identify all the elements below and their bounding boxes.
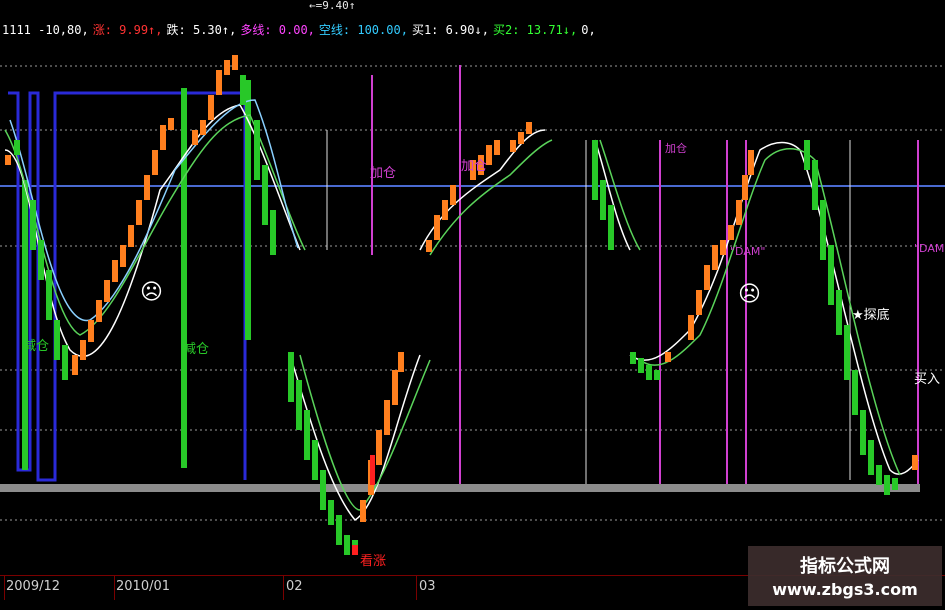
smiley-icon: ☹ — [140, 280, 163, 305]
zhang-value: 涨: 9.99↑, — [92, 23, 163, 37]
grey-base-band — [0, 484, 920, 492]
white-vertical-lines — [326, 130, 851, 490]
date-tick — [416, 576, 417, 600]
watermark-title: 指标公式网 — [800, 556, 890, 577]
watermark: 指标公式网 www.zbgs3.com — [748, 546, 942, 606]
mai1-value: 买1: 6.90↓, — [411, 23, 489, 37]
duoxian-value: 多线: 0.00, — [240, 23, 315, 37]
signal-tandi: ★探底 — [852, 308, 890, 323]
smiley-icon-2: ☹ — [738, 282, 761, 307]
date-label-03: 03 — [419, 579, 436, 594]
signal-kanzhang: 看涨 — [360, 554, 387, 569]
blue-step-line — [8, 91, 247, 482]
indicator-name: 1111 -10,80, — [2, 23, 89, 37]
price-indicator: ←=9.40↑ — [309, 0, 356, 12]
signal-jiacang-1: 加仓 — [370, 166, 397, 181]
signal-dam-2: "DAM" — [730, 245, 766, 258]
signal-jiacang-3: 加仓 — [665, 142, 687, 155]
date-tick — [114, 576, 115, 600]
date-label-2010-01: 2010/01 — [116, 579, 171, 594]
trailing-value: 0, — [581, 23, 596, 37]
date-tick — [4, 576, 5, 600]
signal-jiancang-2: 减仓 — [183, 342, 210, 357]
signal-mairu: 买入 — [914, 372, 941, 387]
die-value: 跌: 5.30↑, — [166, 23, 237, 37]
watermark-url: www.zbgs3.com — [772, 580, 918, 599]
date-label-02: 02 — [286, 579, 303, 594]
indicator-bar: 1111 -10,80, 涨: 9.99↑, 跌: 5.30↑, 多线: 0.0… — [2, 20, 596, 40]
signal-jiacang-2: 加仓 — [461, 159, 488, 174]
signal-dam-1: "DAM" — [914, 242, 945, 255]
date-label-2009-12: 2009/12 — [6, 579, 61, 594]
signal-jiancang-1: 减仓 — [23, 339, 50, 354]
mai2-value: 买2: 13.71↓, — [492, 23, 578, 37]
kongxian-value: 空线: 100.00, — [318, 23, 408, 37]
date-tick — [283, 576, 284, 600]
